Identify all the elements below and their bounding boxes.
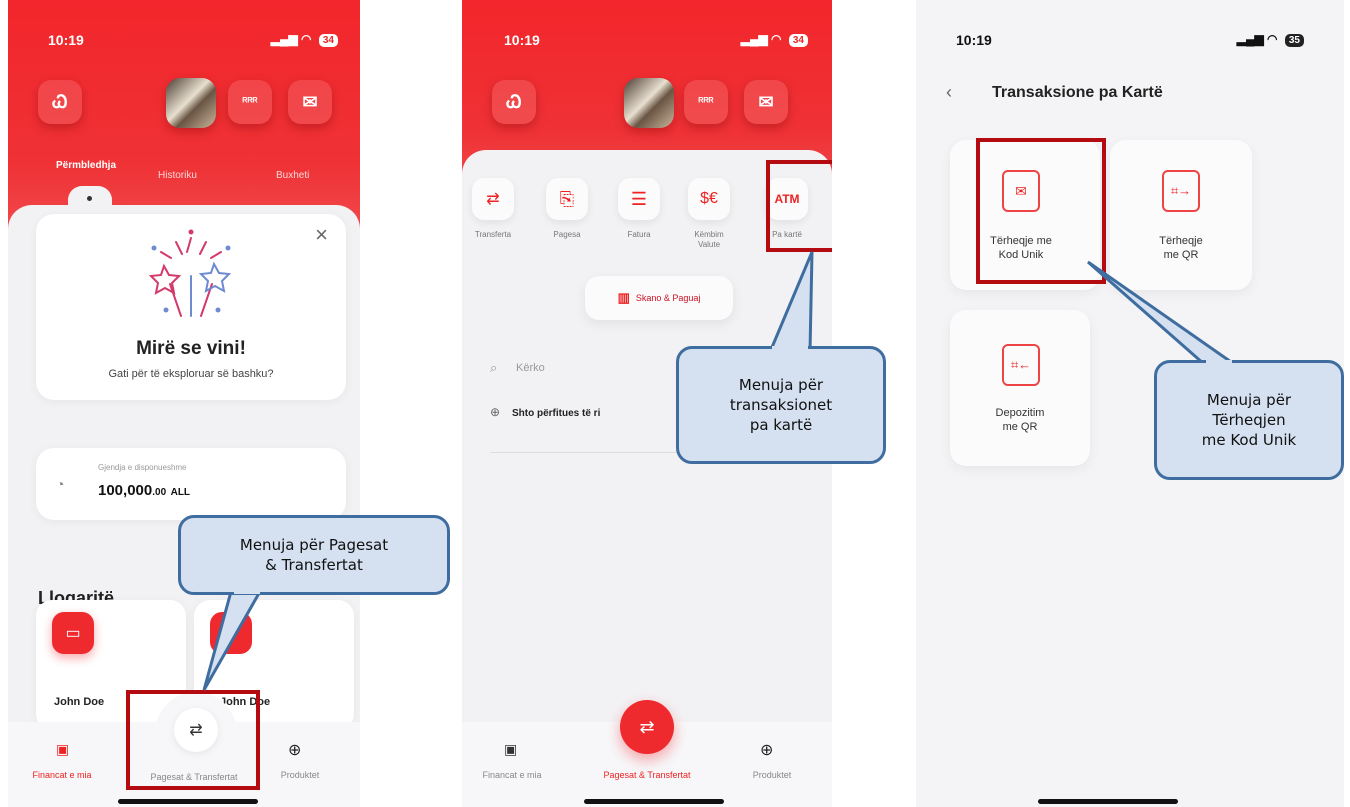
callout-payments: Menuja për Pagesat & Transfertat (178, 515, 450, 595)
callout-1-tail (202, 586, 265, 691)
callout-unique-code: Menuja për Tërheqjen me Kod Unik (1154, 360, 1344, 480)
callout-2-joint (772, 346, 808, 352)
callout-1-joint (234, 588, 260, 594)
callout-2-tail (767, 251, 814, 354)
callout-3-tail (1087, 260, 1239, 366)
callout-pointers (202, 251, 1239, 691)
callout-3-joint (1206, 360, 1232, 366)
callout-cardless: Menuja për transaksionet pa kartë (676, 346, 886, 464)
